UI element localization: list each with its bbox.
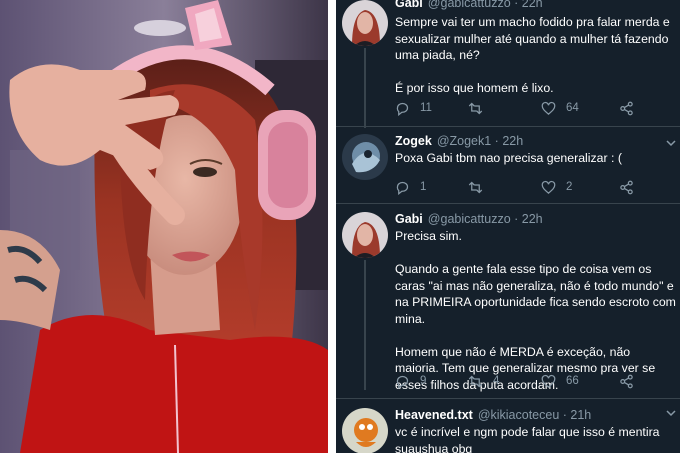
- woman-photo: [0, 0, 328, 453]
- display-name[interactable]: Gabi: [395, 0, 423, 10]
- retweet-button[interactable]: [468, 99, 493, 117]
- display-name[interactable]: Zogek: [395, 134, 432, 148]
- thread-line: [364, 260, 366, 390]
- reply-icon: [396, 102, 409, 116]
- display-name[interactable]: Heavened.txt: [395, 408, 473, 422]
- tweet-header: Zogek @Zogek1 · 22h: [395, 134, 524, 148]
- chevron-down-icon[interactable]: [666, 138, 676, 148]
- tweet-paragraph: Sempre vai ter um macho fodido pra falar…: [395, 15, 670, 62]
- separator: [336, 203, 680, 204]
- avatar[interactable]: [342, 408, 388, 453]
- like-count: 2: [566, 181, 573, 193]
- timestamp[interactable]: 22h: [522, 212, 543, 226]
- like-button[interactable]: 2: [541, 178, 572, 196]
- reply-button[interactable]: 11: [395, 99, 432, 117]
- tweet-text: Precisa sim. Quando a gente fala esse ti…: [395, 228, 677, 393]
- share-icon: [620, 180, 633, 194]
- handle[interactable]: @kikiacoteceu: [478, 408, 559, 422]
- avatar[interactable]: [342, 0, 388, 46]
- divider: [328, 0, 336, 453]
- separator: [336, 126, 680, 127]
- like-button[interactable]: 64: [541, 99, 579, 117]
- like-icon: [541, 101, 556, 115]
- share-button[interactable]: [619, 99, 644, 117]
- retweet-button[interactable]: [468, 178, 493, 196]
- separator: [336, 398, 680, 399]
- tweet-actions: 11 64: [395, 99, 635, 117]
- retweet-icon: [468, 102, 483, 114]
- handle[interactable]: @gabicattuzzo: [428, 212, 511, 226]
- reply-button[interactable]: 9: [395, 372, 426, 390]
- share-button[interactable]: [619, 178, 644, 196]
- like-count: 66: [566, 375, 579, 387]
- reply-icon: [396, 375, 409, 389]
- tweet-header: Gabi @gabicattuzzo · 22h: [395, 0, 543, 10]
- reply-count: 9: [420, 375, 427, 387]
- handle[interactable]: @gabicattuzzo: [428, 0, 511, 10]
- tweet-paragraph: É por isso que homem é lixo.: [395, 81, 554, 95]
- share-button[interactable]: [619, 372, 644, 390]
- display-name[interactable]: Gabi: [395, 212, 423, 226]
- timestamp[interactable]: 22h: [502, 134, 523, 148]
- tweet-thread[interactable]: Gabi @gabicattuzzo · 22h Sempre vai ter u…: [336, 0, 680, 453]
- share-icon: [620, 101, 633, 115]
- tweet-text: Poxa Gabi tbm nao precisa generalizar : …: [395, 150, 677, 167]
- tweet-paragraph: Precisa sim.: [395, 229, 462, 243]
- retweet-count: 4: [493, 375, 500, 387]
- share-icon: [620, 374, 633, 388]
- thread-line: [364, 48, 366, 128]
- tweet-paragraph: vc é incrível e ngm pode falar que isso …: [395, 425, 660, 453]
- reply-button[interactable]: 1: [395, 178, 426, 196]
- handle[interactable]: @Zogek1: [437, 134, 491, 148]
- timestamp[interactable]: 22h: [522, 0, 543, 10]
- tweet-header: Heavened.txt @kikiacoteceu · 21h: [395, 408, 592, 422]
- like-button[interactable]: 66: [541, 372, 579, 390]
- reply-count: 1: [420, 181, 427, 193]
- like-icon: [541, 180, 556, 194]
- retweet-icon: [468, 375, 483, 387]
- tweet-text: Sempre vai ter um macho fodido pra falar…: [395, 14, 677, 97]
- retweet-icon: [468, 181, 483, 193]
- retweet-button[interactable]: 4: [468, 372, 499, 390]
- tweet-text: vc é incrível e ngm pode falar que isso …: [395, 424, 677, 453]
- like-icon: [541, 374, 556, 388]
- tweet-actions: 1 2: [395, 178, 635, 196]
- tweet-paragraph: Poxa Gabi tbm nao precisa generalizar : …: [395, 151, 622, 165]
- tweet-actions: 9 4 66: [395, 372, 635, 390]
- avatar[interactable]: [342, 134, 388, 180]
- avatar[interactable]: [342, 212, 388, 258]
- tweet-header: Gabi @gabicattuzzo · 22h: [395, 212, 543, 226]
- reply-count: 11: [420, 102, 432, 114]
- tweet-paragraph: Quando a gente fala esse tipo de coisa v…: [395, 262, 676, 326]
- chevron-down-icon[interactable]: [666, 408, 676, 418]
- like-count: 64: [566, 102, 579, 114]
- timestamp[interactable]: 21h: [570, 408, 591, 422]
- reply-icon: [396, 181, 409, 195]
